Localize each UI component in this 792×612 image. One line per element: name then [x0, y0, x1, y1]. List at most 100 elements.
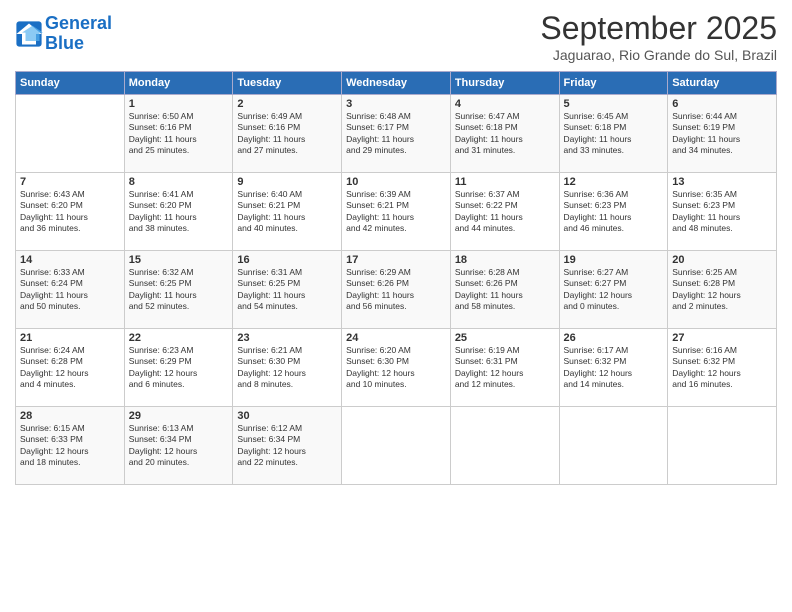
calendar-cell: 10Sunrise: 6:39 AM Sunset: 6:21 PM Dayli…: [342, 173, 451, 251]
day-number: 14: [20, 254, 120, 266]
day-info: Sunrise: 6:20 AM Sunset: 6:30 PM Dayligh…: [346, 345, 446, 391]
day-number: 15: [129, 254, 229, 266]
day-number: 19: [564, 254, 664, 266]
calendar-cell: 19Sunrise: 6:27 AM Sunset: 6:27 PM Dayli…: [559, 251, 668, 329]
day-number: 20: [672, 254, 772, 266]
day-number: 23: [237, 332, 337, 344]
day-header-friday: Friday: [559, 72, 668, 95]
logo-text: General Blue: [45, 14, 112, 54]
calendar-cell: 6Sunrise: 6:44 AM Sunset: 6:19 PM Daylig…: [668, 95, 777, 173]
day-info: Sunrise: 6:37 AM Sunset: 6:22 PM Dayligh…: [455, 189, 555, 235]
calendar-cell: 27Sunrise: 6:16 AM Sunset: 6:32 PM Dayli…: [668, 329, 777, 407]
week-row-5: 28Sunrise: 6:15 AM Sunset: 6:33 PM Dayli…: [16, 407, 777, 485]
calendar-cell: [342, 407, 451, 485]
calendar-cell: [559, 407, 668, 485]
day-number: 30: [237, 410, 337, 422]
day-number: 25: [455, 332, 555, 344]
day-number: 1: [129, 98, 229, 110]
header-row: SundayMondayTuesdayWednesdayThursdayFrid…: [16, 72, 777, 95]
month-title: September 2025: [540, 10, 777, 47]
header: General Blue September 2025 Jaguarao, Ri…: [15, 10, 777, 63]
calendar-cell: 11Sunrise: 6:37 AM Sunset: 6:22 PM Dayli…: [450, 173, 559, 251]
day-info: Sunrise: 6:45 AM Sunset: 6:18 PM Dayligh…: [564, 111, 664, 157]
calendar-cell: 29Sunrise: 6:13 AM Sunset: 6:34 PM Dayli…: [124, 407, 233, 485]
week-row-3: 14Sunrise: 6:33 AM Sunset: 6:24 PM Dayli…: [16, 251, 777, 329]
calendar-cell: [668, 407, 777, 485]
day-info: Sunrise: 6:29 AM Sunset: 6:26 PM Dayligh…: [346, 267, 446, 313]
day-info: Sunrise: 6:25 AM Sunset: 6:28 PM Dayligh…: [672, 267, 772, 313]
calendar-cell: 12Sunrise: 6:36 AM Sunset: 6:23 PM Dayli…: [559, 173, 668, 251]
logo: General Blue: [15, 14, 112, 54]
day-info: Sunrise: 6:33 AM Sunset: 6:24 PM Dayligh…: [20, 267, 120, 313]
calendar-cell: 8Sunrise: 6:41 AM Sunset: 6:20 PM Daylig…: [124, 173, 233, 251]
day-number: 26: [564, 332, 664, 344]
day-info: Sunrise: 6:16 AM Sunset: 6:32 PM Dayligh…: [672, 345, 772, 391]
calendar-cell: 13Sunrise: 6:35 AM Sunset: 6:23 PM Dayli…: [668, 173, 777, 251]
day-number: 28: [20, 410, 120, 422]
calendar-cell: 20Sunrise: 6:25 AM Sunset: 6:28 PM Dayli…: [668, 251, 777, 329]
calendar-cell: 16Sunrise: 6:31 AM Sunset: 6:25 PM Dayli…: [233, 251, 342, 329]
day-info: Sunrise: 6:39 AM Sunset: 6:21 PM Dayligh…: [346, 189, 446, 235]
day-header-thursday: Thursday: [450, 72, 559, 95]
day-number: 24: [346, 332, 446, 344]
day-number: 4: [455, 98, 555, 110]
week-row-4: 21Sunrise: 6:24 AM Sunset: 6:28 PM Dayli…: [16, 329, 777, 407]
calendar-cell: 7Sunrise: 6:43 AM Sunset: 6:20 PM Daylig…: [16, 173, 125, 251]
calendar-cell: 14Sunrise: 6:33 AM Sunset: 6:24 PM Dayli…: [16, 251, 125, 329]
calendar-cell: 26Sunrise: 6:17 AM Sunset: 6:32 PM Dayli…: [559, 329, 668, 407]
calendar-cell: [16, 95, 125, 173]
day-info: Sunrise: 6:40 AM Sunset: 6:21 PM Dayligh…: [237, 189, 337, 235]
day-info: Sunrise: 6:15 AM Sunset: 6:33 PM Dayligh…: [20, 423, 120, 469]
day-info: Sunrise: 6:32 AM Sunset: 6:25 PM Dayligh…: [129, 267, 229, 313]
day-number: 5: [564, 98, 664, 110]
calendar-cell: 30Sunrise: 6:12 AM Sunset: 6:34 PM Dayli…: [233, 407, 342, 485]
day-info: Sunrise: 6:31 AM Sunset: 6:25 PM Dayligh…: [237, 267, 337, 313]
day-number: 9: [237, 176, 337, 188]
calendar-cell: 25Sunrise: 6:19 AM Sunset: 6:31 PM Dayli…: [450, 329, 559, 407]
day-number: 21: [20, 332, 120, 344]
day-number: 18: [455, 254, 555, 266]
calendar-cell: 18Sunrise: 6:28 AM Sunset: 6:26 PM Dayli…: [450, 251, 559, 329]
day-info: Sunrise: 6:12 AM Sunset: 6:34 PM Dayligh…: [237, 423, 337, 469]
day-number: 3: [346, 98, 446, 110]
logo-icon: [15, 20, 43, 48]
day-info: Sunrise: 6:50 AM Sunset: 6:16 PM Dayligh…: [129, 111, 229, 157]
day-number: 22: [129, 332, 229, 344]
calendar-cell: 1Sunrise: 6:50 AM Sunset: 6:16 PM Daylig…: [124, 95, 233, 173]
calendar-table: SundayMondayTuesdayWednesdayThursdayFrid…: [15, 71, 777, 485]
day-info: Sunrise: 6:13 AM Sunset: 6:34 PM Dayligh…: [129, 423, 229, 469]
day-info: Sunrise: 6:44 AM Sunset: 6:19 PM Dayligh…: [672, 111, 772, 157]
day-info: Sunrise: 6:35 AM Sunset: 6:23 PM Dayligh…: [672, 189, 772, 235]
week-row-2: 7Sunrise: 6:43 AM Sunset: 6:20 PM Daylig…: [16, 173, 777, 251]
day-info: Sunrise: 6:28 AM Sunset: 6:26 PM Dayligh…: [455, 267, 555, 313]
day-header-tuesday: Tuesday: [233, 72, 342, 95]
day-number: 17: [346, 254, 446, 266]
day-number: 13: [672, 176, 772, 188]
day-number: 10: [346, 176, 446, 188]
day-info: Sunrise: 6:23 AM Sunset: 6:29 PM Dayligh…: [129, 345, 229, 391]
day-info: Sunrise: 6:21 AM Sunset: 6:30 PM Dayligh…: [237, 345, 337, 391]
page: General Blue September 2025 Jaguarao, Ri…: [0, 0, 792, 612]
day-number: 27: [672, 332, 772, 344]
day-number: 12: [564, 176, 664, 188]
day-header-saturday: Saturday: [668, 72, 777, 95]
day-info: Sunrise: 6:48 AM Sunset: 6:17 PM Dayligh…: [346, 111, 446, 157]
calendar-cell: [450, 407, 559, 485]
title-block: September 2025 Jaguarao, Rio Grande do S…: [540, 10, 777, 63]
calendar-cell: 28Sunrise: 6:15 AM Sunset: 6:33 PM Dayli…: [16, 407, 125, 485]
calendar-cell: 3Sunrise: 6:48 AM Sunset: 6:17 PM Daylig…: [342, 95, 451, 173]
day-info: Sunrise: 6:27 AM Sunset: 6:27 PM Dayligh…: [564, 267, 664, 313]
calendar-cell: 9Sunrise: 6:40 AM Sunset: 6:21 PM Daylig…: [233, 173, 342, 251]
day-header-sunday: Sunday: [16, 72, 125, 95]
day-info: Sunrise: 6:24 AM Sunset: 6:28 PM Dayligh…: [20, 345, 120, 391]
week-row-1: 1Sunrise: 6:50 AM Sunset: 6:16 PM Daylig…: [16, 95, 777, 173]
calendar-cell: 4Sunrise: 6:47 AM Sunset: 6:18 PM Daylig…: [450, 95, 559, 173]
logo-line2: Blue: [45, 33, 84, 53]
calendar-cell: 24Sunrise: 6:20 AM Sunset: 6:30 PM Dayli…: [342, 329, 451, 407]
day-number: 11: [455, 176, 555, 188]
day-info: Sunrise: 6:19 AM Sunset: 6:31 PM Dayligh…: [455, 345, 555, 391]
logo-line1: General: [45, 13, 112, 33]
day-info: Sunrise: 6:36 AM Sunset: 6:23 PM Dayligh…: [564, 189, 664, 235]
day-info: Sunrise: 6:41 AM Sunset: 6:20 PM Dayligh…: [129, 189, 229, 235]
day-number: 16: [237, 254, 337, 266]
